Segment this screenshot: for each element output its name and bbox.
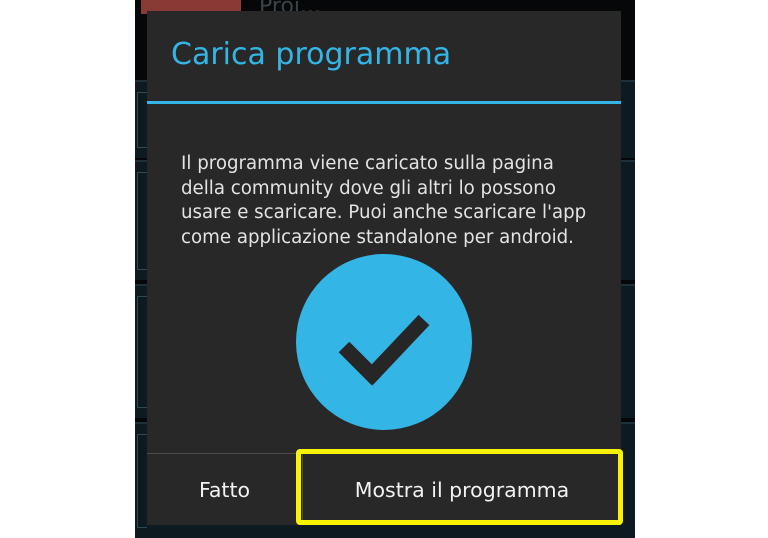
checkmark-circle-icon	[296, 254, 472, 430]
title-divider	[147, 101, 621, 104]
done-button[interactable]: Fatto	[147, 454, 302, 525]
upload-program-dialog: Carica programma Il programma viene cari…	[147, 11, 621, 525]
show-program-button[interactable]: Mostra il programma	[303, 454, 621, 525]
dialog-title: Carica programma	[171, 37, 452, 72]
dialog-message: Il programma viene caricato sulla pagina…	[181, 153, 587, 248]
